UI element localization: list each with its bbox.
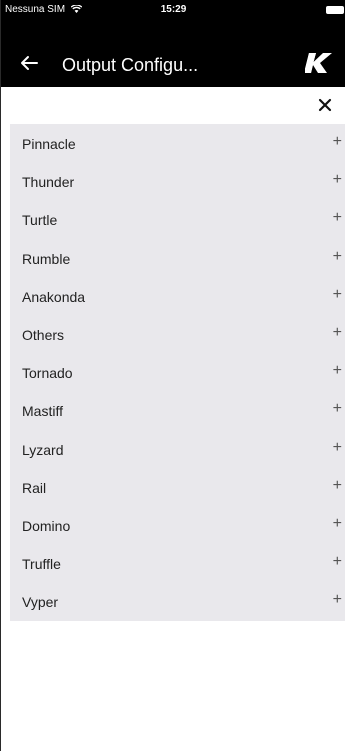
list-item-label: Tornado (22, 365, 73, 382)
product-list: Pinnacle + Thunder + Turtle + Rumble + Anakonda +… (10, 124, 345, 621)
list-item-label: Mastiff (22, 403, 63, 420)
expand-plus-icon[interactable]: + (333, 324, 342, 342)
clock: 15:29 (160, 4, 187, 15)
list-item-label: Rumble (22, 250, 71, 267)
page-title: Output Configu... (62, 55, 199, 75)
expand-plus-icon[interactable]: + (333, 209, 342, 227)
list-item[interactable]: Others + (10, 316, 345, 354)
list-item[interactable]: Tornado + (10, 354, 345, 392)
list-item[interactable]: Anakonda + (10, 278, 345, 316)
list-item[interactable]: Turtle + (10, 201, 345, 239)
list-item-label: Turtle (22, 212, 58, 229)
list-item-label: Pinnacle (22, 136, 76, 152)
list-item-label: Others (22, 326, 65, 343)
list-item-label: Domino (22, 517, 71, 534)
list-item[interactable]: Truffle + (10, 545, 345, 583)
brand-logo-icon (305, 53, 332, 73)
list-item[interactable]: Lyzard + (10, 431, 345, 469)
list-item-label: Anakonda (22, 288, 86, 305)
expand-plus-icon[interactable]: + (333, 171, 342, 189)
expand-plus-icon[interactable]: + (333, 477, 342, 495)
expand-plus-icon[interactable]: + (333, 439, 342, 457)
close-row (1, 87, 345, 124)
battery-icon (326, 6, 344, 14)
list-item-label: Vyper (22, 594, 59, 611)
list-item-label: Lyzard (22, 441, 64, 458)
list-item[interactable]: Thunder + (10, 163, 345, 201)
expand-plus-icon[interactable]: + (333, 515, 342, 533)
close-icon[interactable] (314, 94, 336, 116)
list-item[interactable]: Rail + (10, 469, 345, 507)
back-arrow-icon[interactable] (17, 51, 41, 75)
expand-plus-icon[interactable]: + (333, 133, 342, 151)
list-item[interactable]: Pinnacle + (10, 125, 345, 163)
expand-plus-icon[interactable]: + (333, 248, 342, 266)
list-item[interactable]: Rumble + (10, 240, 345, 278)
expand-plus-icon[interactable]: + (333, 400, 342, 418)
list-item[interactable]: Vyper + (10, 583, 345, 621)
list-item-label: Rail (22, 479, 47, 496)
expand-plus-icon[interactable]: + (333, 591, 342, 609)
nav-header: Output Configu... (1, 46, 345, 86)
expand-plus-icon[interactable]: + (333, 553, 342, 571)
list-item-label: Thunder (22, 174, 75, 191)
expand-plus-icon[interactable]: + (333, 286, 342, 304)
list-item-label: Truffle (22, 556, 61, 573)
expand-plus-icon[interactable]: + (333, 362, 342, 380)
list-item[interactable]: Mastiff + (10, 392, 345, 430)
list-item[interactable]: Domino + (10, 507, 345, 545)
status-bar: Nessuna SIM 15:29 (1, 0, 345, 20)
top-bar: Nessuna SIM 15:29 Output Configu... (1, 0, 345, 87)
app-screen: Nessuna SIM 15:29 Output Configu... Pinn… (0, 0, 345, 751)
